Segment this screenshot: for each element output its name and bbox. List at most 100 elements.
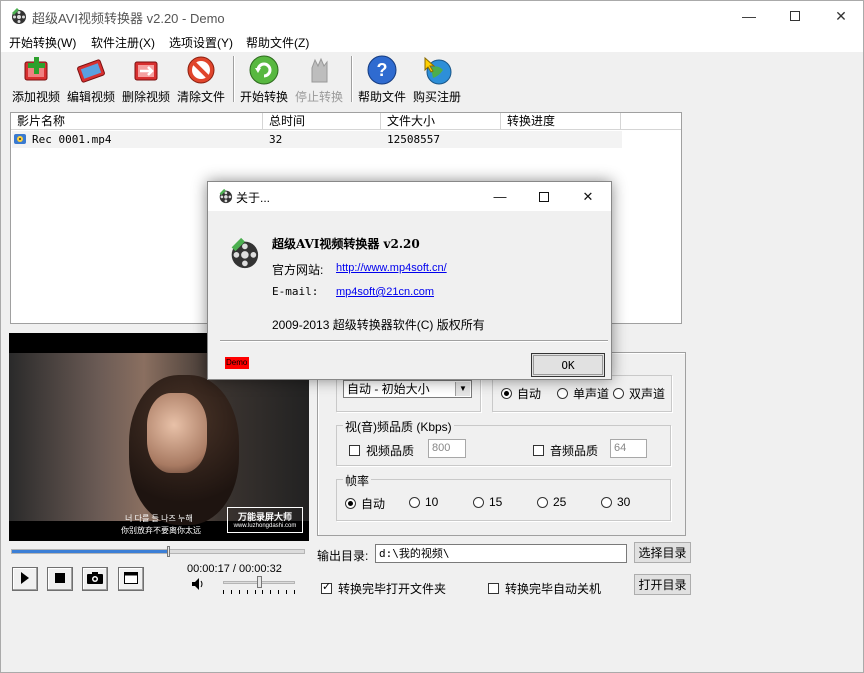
radio-channel-stereo[interactable]: 双声道	[613, 385, 665, 402]
column-header-progress[interactable]: 转换进度	[501, 113, 621, 130]
chevron-down-icon[interactable]: ▼	[455, 382, 470, 396]
about-product-name: 超级AVI视频转换器 v2.20	[272, 237, 420, 251]
table-row[interactable]: Rec 0001.mp4 32 12508557	[12, 131, 622, 148]
video-subtitle-line1: 너 다를 들 나즈 누해	[125, 514, 193, 523]
help-file-button[interactable]: ? 帮助文件	[358, 54, 406, 104]
close-button[interactable]: ✕	[818, 1, 864, 31]
radio-fps-25[interactable]: 25	[537, 495, 566, 509]
about-copyright: 2009-2013 超级转换器软件(C) 版权所有	[272, 318, 485, 332]
column-header-duration[interactable]: 总时间	[263, 113, 381, 130]
maximize-button[interactable]	[772, 1, 818, 31]
snapshot-button[interactable]	[82, 567, 108, 591]
column-header-name[interactable]: 影片名称	[11, 113, 263, 130]
file-name-cell: Rec 0001.mp4	[32, 133, 112, 146]
edit-video-label: 编辑视频	[67, 90, 116, 104]
audio-quality-checkbox[interactable]: 音频品质	[533, 442, 598, 459]
about-website-label: 官方网站:	[272, 263, 324, 277]
about-title: 关于...	[236, 191, 271, 205]
checkbox-label: 转换完毕自动关机	[505, 582, 602, 596]
video-subtitle-line2: 你别放弃不要离你太远	[121, 526, 201, 535]
main-window: 超级AVI视频转换器 v2.20 - Demo — ✕ 开始转换(W) 软件注册…	[0, 0, 864, 673]
clear-files-label: 清除文件	[177, 90, 226, 104]
radio-fps-30[interactable]: 30	[601, 495, 630, 509]
start-convert-button[interactable]: 开始转换	[240, 54, 288, 104]
radio-fps-15[interactable]: 15	[473, 495, 502, 509]
open-dir-button[interactable]: 打开目录	[634, 574, 691, 595]
volume-slider[interactable]	[223, 576, 295, 588]
radio-label: 15	[489, 495, 503, 509]
no-entry-icon	[184, 54, 218, 86]
fullscreen-button[interactable]	[118, 567, 144, 591]
stop-convert-button[interactable]: 停止转换	[295, 54, 343, 104]
menu-register[interactable]: 软件注册(X)	[91, 34, 155, 51]
about-website-link[interactable]: http://www.mp4soft.cn/	[336, 262, 447, 274]
video-subject-face	[147, 393, 207, 473]
volume-thumb[interactable]	[257, 576, 262, 588]
add-video-icon	[19, 54, 53, 86]
radio-label: 25	[553, 495, 567, 509]
seek-bar[interactable]	[11, 546, 305, 557]
quality-group: 视(音)频品质 (Kbps) 视频品质 800 音频品质 64	[336, 418, 671, 466]
open-folder-checkbox[interactable]: 转换完毕打开文件夹	[321, 580, 446, 597]
svg-text:?: ?	[377, 60, 388, 80]
speaker-icon[interactable]	[191, 577, 205, 594]
column-header-size[interactable]: 文件大小	[381, 113, 501, 130]
add-video-label: 添加视频	[12, 90, 61, 104]
refresh-green-icon	[247, 54, 281, 86]
output-dir-field[interactable]: d:\我的视频\	[375, 544, 627, 563]
add-video-button[interactable]: 添加视频	[12, 54, 60, 104]
window-title: 超级AVI视频转换器 v2.20 - Demo	[32, 11, 225, 26]
globe-cursor-icon	[420, 54, 454, 86]
video-quality-checkbox[interactable]: 视频品质	[349, 442, 414, 459]
clear-files-button[interactable]: 清除文件	[177, 54, 225, 104]
radio-label: 双声道	[629, 387, 666, 401]
time-readout: 00:00:17 / 00:00:32	[187, 563, 282, 575]
edit-video-button[interactable]: 编辑视频	[67, 54, 115, 104]
about-email-label: E-mail:	[272, 285, 319, 298]
size-combo[interactable]: 自动 - 初始大小 ▼	[343, 380, 472, 398]
video-quality-field[interactable]: 800	[428, 439, 466, 458]
radio-channel-auto[interactable]: 自动	[501, 385, 541, 402]
buy-register-label: 购买注册	[413, 90, 462, 104]
minimize-button[interactable]: —	[726, 1, 772, 31]
video-watermark: 万能录屏大师 www.luzhongdashi.com	[227, 507, 303, 533]
minimize-icon: —	[493, 189, 507, 204]
delete-video-label: 删除视频	[122, 90, 171, 104]
seek-bar-fill	[12, 550, 167, 553]
dialog-maximize-button[interactable]	[522, 182, 566, 211]
play-icon	[20, 571, 30, 587]
stop-icon	[55, 572, 65, 586]
menu-start-convert[interactable]: 开始转换(W)	[9, 34, 76, 51]
about-email-link[interactable]: mp4soft@21cn.com	[336, 286, 434, 298]
edit-video-icon	[74, 54, 108, 86]
checkbox-box	[349, 445, 360, 456]
buy-register-button[interactable]: 购买注册	[413, 54, 461, 104]
ok-button[interactable]: OK	[531, 353, 605, 377]
audio-quality-field[interactable]: 64	[610, 439, 647, 458]
radio-fps-10[interactable]: 10	[409, 495, 438, 509]
about-title-bar: 关于... — ✕	[208, 182, 611, 211]
toolbar: 添加视频 编辑视频 删除视频 清除文件 开始转换 停止转换 ? 帮助文件 购买注…	[1, 52, 863, 106]
stop-button[interactable]	[47, 567, 73, 591]
dialog-close-button[interactable]: ✕	[566, 182, 610, 211]
radio-fps-auto[interactable]: 自动	[345, 495, 385, 512]
delete-video-icon	[129, 54, 163, 86]
radio-channel-mono[interactable]: 单声道	[557, 385, 609, 402]
shutdown-checkbox[interactable]: 转换完毕自动关机	[488, 580, 601, 597]
menu-help[interactable]: 帮助文件(Z)	[246, 34, 309, 51]
radio-label: 30	[617, 495, 631, 509]
seek-bar-thumb[interactable]	[167, 546, 170, 557]
play-button[interactable]	[12, 567, 38, 591]
dialog-minimize-button[interactable]: —	[478, 182, 522, 211]
checkbox-box	[488, 583, 499, 594]
demo-badge: Demo	[225, 357, 249, 369]
stop-hand-icon	[302, 54, 336, 86]
choose-dir-button[interactable]: 选择目录	[634, 542, 691, 563]
toolbar-separator	[233, 56, 235, 102]
menu-options[interactable]: 选项设置(Y)	[169, 34, 233, 51]
channels-group: 自动 单声道 双声道	[492, 375, 672, 412]
quality-group-title: 视(音)频品质 (Kbps)	[343, 418, 454, 435]
delete-video-button[interactable]: 删除视频	[122, 54, 170, 104]
about-divider	[220, 340, 608, 342]
checkbox-label: 视频品质	[366, 444, 415, 458]
